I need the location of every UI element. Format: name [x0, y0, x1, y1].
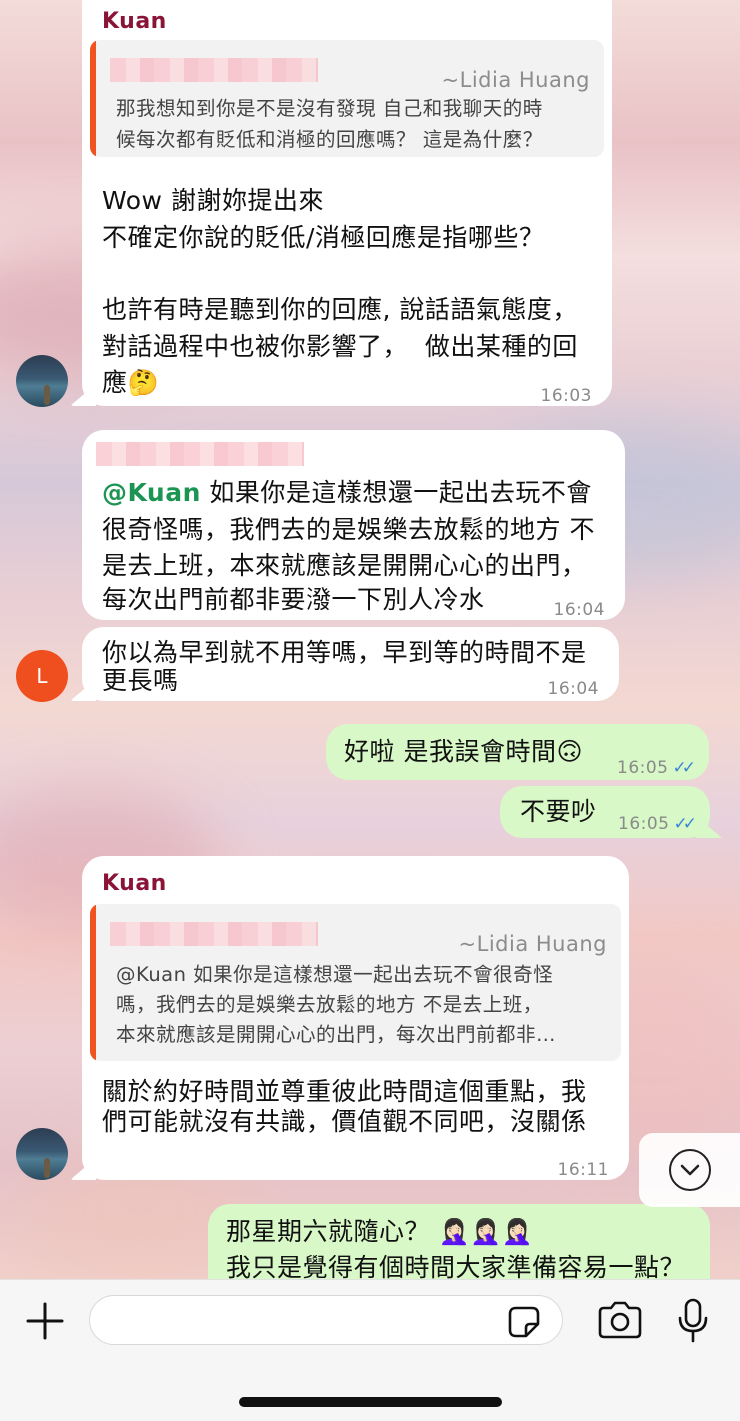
message-time: 16:05 ✓✓ [618, 806, 697, 842]
message-text: 也許有時是聽到你的回應, 說話語氣態度， [102, 295, 578, 324]
bubble-tail [696, 816, 722, 838]
message-text: 們可能就沒有共識，價值觀不同吧，沒關係 [102, 1107, 587, 1136]
avatar[interactable] [16, 1128, 68, 1180]
message-text: Wow 謝謝妳提出來 [102, 186, 324, 215]
quote-bar [90, 40, 96, 157]
quoted-message[interactable]: ~Lidia Huang @Kuan 如果你是這樣想還一起出去玩不會很奇怪 嗎，… [90, 904, 621, 1061]
message-text: 每次出門前都非要潑一下別人冷水 [102, 585, 485, 614]
message-bubble[interactable]: 你以為早到就不用等嗎，早到等的時間不是 更長嗎 16:04 [70, 627, 619, 701]
message-time: 16:11 [557, 1160, 609, 1180]
quote-text-line: 本來就應該是開開心心的出門，每次出門前都非… [116, 1023, 557, 1046]
message-time: 16:04 [553, 600, 605, 620]
message-bubble-outgoing[interactable]: 不要吵 16:05 ✓✓ [500, 786, 722, 838]
redacted-name [110, 58, 318, 82]
message-text: 那星期六就隨心？ 🤦🏻‍♀️🤦🏻‍♀️🤦🏻‍♀️ [226, 1217, 534, 1246]
message-time: 16:05 ✓✓ [617, 750, 696, 786]
message-time: 16:03 [540, 386, 592, 406]
message-text: 很奇怪嗎，我們去的是娛樂去放鬆的地方 不 [102, 515, 595, 544]
home-indicator[interactable] [239, 1397, 502, 1407]
avatar[interactable]: L [16, 650, 68, 702]
message-bubble[interactable]: @Kuan 如果你是這樣想還一起出去玩不會 很奇怪嗎，我們去的是娛樂去放鬆的地方… [82, 430, 625, 620]
quote-text-line: @Kuan 如果你是這樣想還一起出去玩不會很奇怪 [116, 963, 554, 986]
message-input[interactable] [89, 1295, 563, 1345]
message-text: 更長嗎 [102, 666, 179, 695]
sticker-icon[interactable] [506, 1304, 542, 1340]
bubble-tail [70, 384, 96, 406]
quoted-message[interactable]: ~Lidia Huang 那我想知到你是不是沒有發現 自己和我聊天的時 候每次都… [90, 40, 604, 157]
camera-icon[interactable] [597, 1300, 643, 1340]
message-text: 是去上班，本來就應該是開開心心的出門， [102, 551, 587, 580]
avatar[interactable] [16, 355, 68, 407]
time-label: 16:05 [618, 814, 670, 834]
message-bubble[interactable]: Kuan ~Lidia Huang 那我想知到你是不是沒有發現 自己和我聊天的時… [70, 0, 612, 406]
redacted-name [110, 922, 318, 946]
message-text: 應🤔 [102, 368, 160, 397]
message-text: 不確定你說的貶低/消極回應是指哪些？ [102, 223, 545, 252]
message-time: 16:04 [547, 679, 599, 699]
sender-name[interactable]: Kuan [102, 4, 167, 40]
read-receipt-icon: ✓✓ [673, 814, 697, 834]
message-text: @Kuan 如果你是這樣想還一起出去玩不會 [102, 475, 592, 511]
quote-text-line: 那我想知到你是不是沒有發現 自己和我聊天的時 [116, 97, 543, 120]
message-bubble-outgoing[interactable]: 好啦 是我誤會時間🙃 16:05 ✓✓ [326, 724, 709, 780]
microphone-icon[interactable] [677, 1298, 709, 1344]
quote-author: ~Lidia Huang [458, 932, 607, 956]
sender-name[interactable]: Kuan [102, 866, 167, 902]
bubble-tail [70, 679, 96, 701]
read-receipt-icon: ✓✓ [672, 758, 696, 778]
message-text-span: 如果你是這樣想還一起出去玩不會 [200, 478, 592, 507]
composer-bar [0, 1279, 740, 1421]
quote-text-line: 候每次都有貶低和消極的回應嗎？ 這是為什麼？ [116, 128, 543, 151]
redacted-name [96, 442, 304, 466]
message-bubble[interactable]: Kuan ~Lidia Huang @Kuan 如果你是這樣想還一起出去玩不會很… [70, 856, 629, 1180]
plus-icon[interactable] [26, 1302, 64, 1340]
mention-link[interactable]: @Kuan [102, 478, 201, 507]
time-label: 16:05 [617, 758, 669, 778]
quote-bar [90, 904, 96, 1061]
message-text: 不要吵 [520, 797, 597, 826]
message-text: 對話過程中也被你影響了， 做出某種的回 [102, 332, 578, 361]
quote-text-line: 嗎，我們去的是娛樂去放鬆的地方 不是去上班， [116, 993, 543, 1016]
scroll-to-bottom-button[interactable] [639, 1133, 740, 1207]
chevron-down-icon [669, 1149, 711, 1191]
message-text: 好啦 是我誤會時間🙃 [344, 737, 584, 766]
